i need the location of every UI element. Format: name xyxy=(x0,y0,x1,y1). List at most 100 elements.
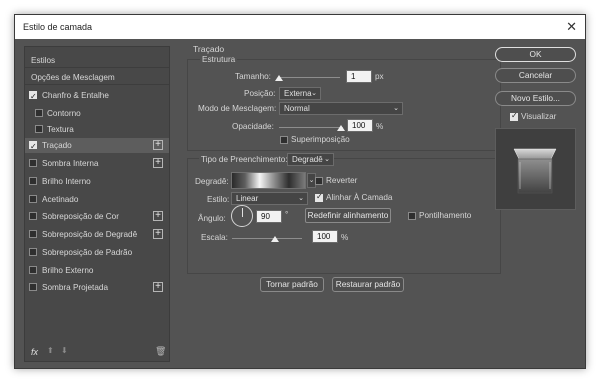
preview-thumbnail xyxy=(495,128,576,210)
move-down-icon[interactable]: ⬇ xyxy=(61,346,68,355)
style-item-label: Chanfro & Entalhe xyxy=(42,91,109,100)
overprint-label: Superimposição xyxy=(291,135,350,144)
align-with-layer-label: Alinhar À Camada xyxy=(326,193,393,202)
title-bar: Estilo de camada ✕ xyxy=(15,15,585,39)
style-item-0[interactable]: Estilos xyxy=(25,53,169,68)
style-item-11[interactable]: Sobreposição de Padrão xyxy=(25,245,169,260)
blend-mode-label: Modo de Mesclagem: xyxy=(198,104,277,113)
reset-to-default-button[interactable]: Restaurar padrão xyxy=(332,277,404,292)
style-item-label: Sombra Interna xyxy=(42,159,99,168)
blend-mode-value: Normal xyxy=(284,104,310,113)
opacity-label: Opacidade: xyxy=(232,122,274,131)
style-item-label: Opções de Mesclagem xyxy=(31,73,115,82)
style-item-checkbox[interactable] xyxy=(29,266,37,274)
section-title: Traçado xyxy=(193,44,225,54)
gradient-swatch[interactable] xyxy=(231,172,306,189)
style-item-checkbox[interactable] xyxy=(29,230,37,238)
style-item-checkbox[interactable] xyxy=(29,283,37,291)
style-item-7[interactable]: Brilho Interno xyxy=(25,174,169,189)
angle-label: Ângulo: xyxy=(198,214,226,223)
reverse-checkbox[interactable] xyxy=(315,177,323,185)
style-item-1[interactable]: Opções de Mesclagem xyxy=(25,70,169,85)
reverse-label: Reverter xyxy=(326,176,358,185)
opacity-unit: % xyxy=(376,122,384,131)
add-style-plus-icon[interactable]: + xyxy=(153,158,163,168)
angle-input[interactable]: 90 xyxy=(256,210,282,223)
style-item-label: Estilos xyxy=(31,56,56,65)
style-item-13[interactable]: Sombra Projetada + xyxy=(25,280,169,295)
move-up-icon[interactable]: ⬆ xyxy=(47,346,54,355)
style-item-checkbox[interactable] xyxy=(29,139,37,154)
style-item-checkbox[interactable] xyxy=(29,248,37,256)
size-slider-thumb[interactable] xyxy=(275,75,283,81)
chevron-down-icon: ⌄ xyxy=(298,195,304,202)
add-style-plus-icon[interactable]: + xyxy=(153,211,163,221)
scale-unit: % xyxy=(341,233,349,242)
chevron-down-icon: ⌄ xyxy=(311,90,317,97)
style-dropdown[interactable]: Linear ⌄ xyxy=(231,192,308,205)
style-item-checkbox[interactable] xyxy=(29,89,37,104)
style-label: Estilo: xyxy=(207,195,230,204)
reset-alignment-button[interactable]: Redefinir alinhamento xyxy=(305,208,391,223)
style-item-8[interactable]: Acetinado xyxy=(25,192,169,207)
preview-checkbox[interactable] xyxy=(510,111,518,121)
style-item-label: Sombra Projetada xyxy=(42,283,108,292)
dither-label: Pontilhamento xyxy=(419,211,472,220)
style-value: Linear xyxy=(236,194,259,203)
position-dropdown[interactable]: Externa ⌄ xyxy=(279,87,321,100)
fill-type-dropdown[interactable]: Degradê ⌄ xyxy=(287,153,334,166)
add-style-plus-icon[interactable]: + xyxy=(153,229,163,239)
style-item-label: Contorno xyxy=(47,109,81,118)
scale-label: Escala: xyxy=(201,233,228,242)
style-item-checkbox[interactable] xyxy=(29,159,37,167)
scale-slider-thumb[interactable] xyxy=(271,236,279,242)
chevron-down-icon: ⌄ xyxy=(393,105,399,112)
style-item-label: Acetinado xyxy=(42,195,79,204)
style-item-label: Brilho Interno xyxy=(42,177,91,186)
blend-mode-dropdown[interactable]: Normal ⌄ xyxy=(279,102,403,115)
angle-dial-needle xyxy=(242,208,243,217)
overprint-checkbox[interactable] xyxy=(280,136,288,144)
style-item-checkbox[interactable] xyxy=(29,177,37,185)
angle-dial[interactable] xyxy=(231,205,253,227)
preview-label: Visualizar xyxy=(521,112,557,121)
style-item-label: Sobreposição de Degradê xyxy=(42,230,138,239)
align-with-layer-checkbox[interactable] xyxy=(315,192,323,202)
style-item-checkbox[interactable] xyxy=(29,195,37,203)
size-slider-track[interactable] xyxy=(278,77,340,78)
style-item-5[interactable]: Traçado + xyxy=(25,138,169,154)
style-item-checkbox[interactable] xyxy=(35,125,43,133)
style-item-9[interactable]: Sobreposição de Cor + xyxy=(25,209,169,224)
close-icon[interactable]: ✕ xyxy=(566,19,577,35)
style-item-checkbox[interactable] xyxy=(35,109,43,117)
opacity-slider-thumb[interactable] xyxy=(337,125,345,131)
style-item-label: Brilho Externo xyxy=(42,266,94,275)
style-item-4[interactable]: Textura xyxy=(25,122,169,137)
scale-slider-track[interactable] xyxy=(232,238,302,239)
style-item-10[interactable]: Sobreposição de Degradê + xyxy=(25,227,169,242)
cancel-button[interactable]: Cancelar xyxy=(495,68,576,83)
fx-icon[interactable]: fx xyxy=(31,347,38,357)
style-item-label: Sobreposição de Padrão xyxy=(42,248,133,257)
chevron-down-icon: ⌄ xyxy=(324,156,330,163)
angle-unit: ° xyxy=(285,210,289,219)
dither-checkbox[interactable] xyxy=(408,212,416,220)
add-style-plus-icon[interactable]: + xyxy=(153,282,163,292)
size-input[interactable]: 1 xyxy=(346,70,372,83)
opacity-slider-track[interactable] xyxy=(279,127,343,128)
new-style-button[interactable]: Novo Estilo... xyxy=(495,91,576,106)
style-item-label: Sobreposição de Cor xyxy=(42,212,119,221)
layer-style-dialog: Estilo de camada ✕ Estilos Opções de Mesc… xyxy=(14,14,586,369)
size-unit: px xyxy=(375,72,384,81)
scale-input[interactable]: 100 xyxy=(312,230,338,243)
style-item-2[interactable]: Chanfro & Entalhe xyxy=(25,88,169,104)
style-item-6[interactable]: Sombra Interna + xyxy=(25,156,169,171)
style-item-12[interactable]: Brilho Externo xyxy=(25,263,169,278)
ok-button[interactable]: OK xyxy=(495,47,576,62)
style-item-checkbox[interactable] xyxy=(29,212,37,220)
make-default-button[interactable]: Tornar padrão xyxy=(260,277,324,292)
add-style-plus-icon[interactable]: + xyxy=(153,140,163,150)
opacity-input[interactable]: 100 xyxy=(347,119,373,132)
style-item-3[interactable]: Contorno xyxy=(25,106,169,121)
trash-icon[interactable]: 🗑 xyxy=(155,346,166,357)
